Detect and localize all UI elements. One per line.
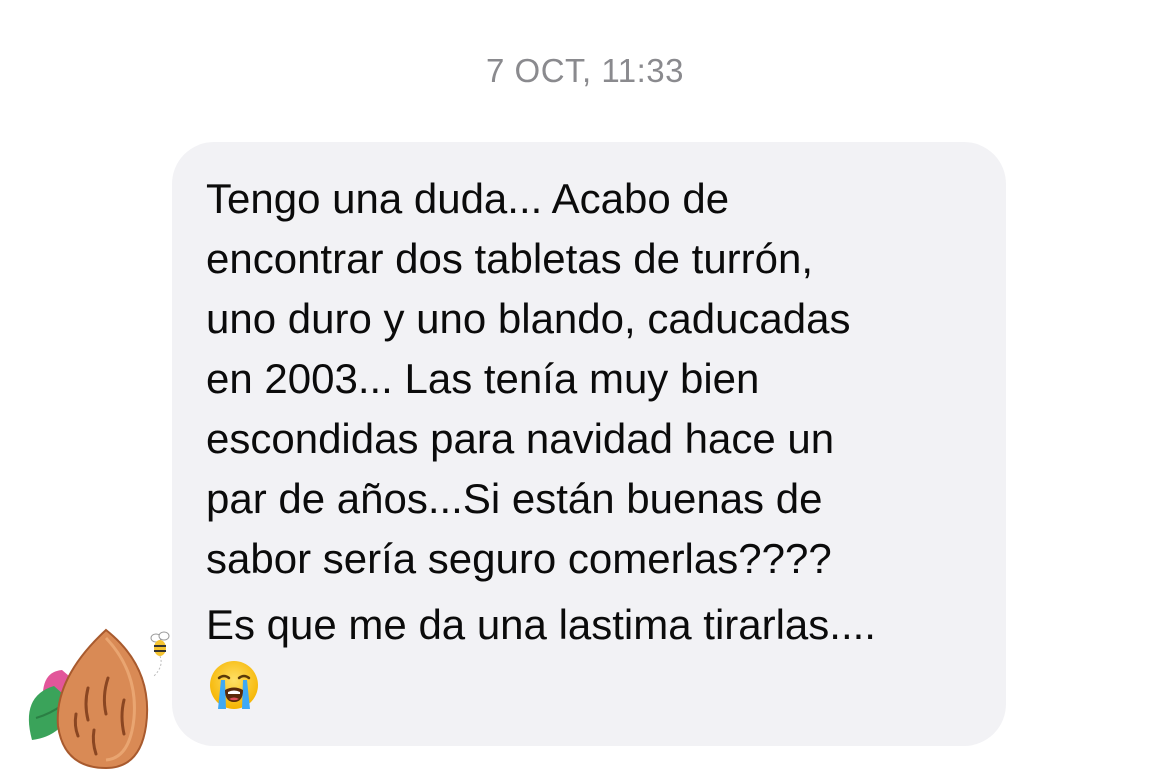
message-line: uno duro y uno blando, caducadas (206, 295, 851, 342)
message-line: Tengo una duda... Acabo de (206, 175, 730, 222)
message-timestamp: 7 OCT, 11:33 (486, 52, 684, 89)
almond-bee-avatar-icon[interactable] (14, 618, 174, 776)
chat-screen: 7 OCT, 11:33 Tengo una duda... Acabo de … (0, 0, 1170, 776)
loudly-crying-face-icon (210, 661, 258, 709)
message-line: sabor sería seguro comerlas???? (206, 535, 832, 582)
message-bubble[interactable]: Tengo una duda... Acabo de encontrar dos… (172, 142, 1006, 746)
message-line: Es que me da una lastima tirarlas.... (206, 601, 876, 648)
message-line: en 2003... Las tenía muy bien (206, 355, 760, 402)
message-line: escondidas para navidad hace un (206, 415, 835, 462)
message-line: par de años...Si están buenas de (206, 475, 823, 522)
message-line: encontrar dos tabletas de turrón, (206, 235, 814, 282)
